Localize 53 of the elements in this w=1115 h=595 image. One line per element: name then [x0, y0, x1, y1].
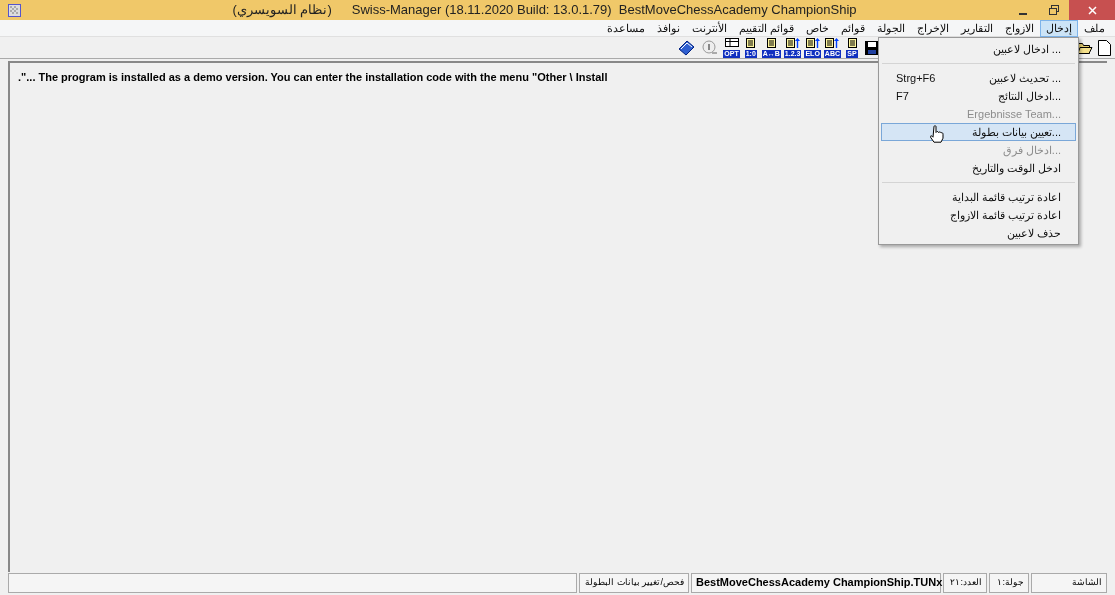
restore-icon[interactable] [1049, 5, 1059, 15]
shortcut-text: Strg+F6 [896, 70, 936, 86]
menu-item-label: تحديث لاعبين ... [988, 70, 1061, 87]
menu-dropdown-item[interactable]: تعيين بيانات بطولة... [881, 123, 1076, 141]
up-arrow-icon [834, 37, 840, 48]
book-icon[interactable] [678, 39, 696, 56]
menu-item[interactable]: الجولة [871, 19, 911, 37]
menu-dropdown-item[interactable]: اعادة ترتيب قائمة البداية [881, 188, 1076, 206]
up-arrow-icon [814, 37, 820, 48]
menu-item-label: Ergebnisse Team... [967, 106, 1061, 122]
menu-dropdown-item[interactable]: ادخال لاعبين ... [881, 40, 1076, 58]
status-cell: الشاشة [1031, 573, 1107, 593]
new-document-icon[interactable] [1098, 39, 1111, 56]
menu-item[interactable]: الازواج [999, 19, 1040, 37]
menu-dropdown-item[interactable]: اعادة ترتيب قائمة الازواج [881, 206, 1076, 224]
menu-item-label: اعادة ترتيب قائمة الازواج [949, 207, 1061, 224]
menu-item-label: اعادة ترتيب قائمة البداية [951, 189, 1061, 206]
document-icon [746, 37, 756, 48]
menu-dropdown-item[interactable]: حذف لاعبين [881, 224, 1076, 242]
document-icon [847, 37, 857, 48]
document-icon [825, 37, 835, 48]
window-title: Swiss-Manager (18.11.2020 Build: 13.0.1.79) BestMoveChessAcademy ChampionShip [351, 1, 857, 20]
menu-item-label: ادخال النتائج... [997, 88, 1061, 105]
up-arrow-icon [794, 37, 800, 48]
menu-item[interactable]: نوافذ [650, 19, 686, 37]
menu-item[interactable]: قوائم [835, 19, 871, 37]
shortcut-text: F7 [896, 88, 909, 104]
status-cell: العدد:٢١ [943, 573, 987, 593]
window-subtitle: (نظام السويسري) [232, 1, 332, 20]
document-icon [766, 37, 776, 48]
menu-item[interactable]: الأنترنت [685, 19, 733, 37]
menu-item[interactable]: ملف [1078, 19, 1111, 37]
menu-item[interactable]: التقارير [955, 19, 999, 37]
menu-item[interactable]: مساعدة [600, 19, 651, 37]
status-cell: BestMoveChessAcademy ChampionShip.TUNx [691, 573, 941, 593]
menu-item-label: تعيين بيانات بطولة... [971, 124, 1061, 141]
menu-item[interactable]: خاص [800, 19, 835, 37]
menu-dropdown-item[interactable]: ادخل الوقت والتاريخ [881, 159, 1076, 177]
hand-cursor-icon [930, 125, 944, 143]
document-icon [805, 37, 815, 48]
menu-item[interactable]: الإخراج [911, 19, 955, 37]
document-icon [785, 37, 795, 48]
menu-item[interactable]: قوائم التقييم [732, 19, 800, 37]
menu-item-label: ادخال لاعبين ... [992, 41, 1061, 58]
status-cell: جولة:١ [989, 573, 1029, 593]
status-cell: فحص/تغيير بيانات البطولة [579, 573, 689, 593]
menu-item-label: ادخل الوقت والتاريخ [971, 160, 1061, 177]
info-circle-icon[interactable] [702, 39, 719, 56]
menu-item-label: حذف لاعبين [1006, 225, 1061, 242]
menu-item-label: ادخال فرق... [1002, 142, 1061, 159]
close-icon [1087, 5, 1097, 15]
demo-message: ."... The program is installed as a demo version. You can enter the installation code with the menu "Other \ Install [18, 70, 608, 85]
app-icon [8, 3, 21, 17]
